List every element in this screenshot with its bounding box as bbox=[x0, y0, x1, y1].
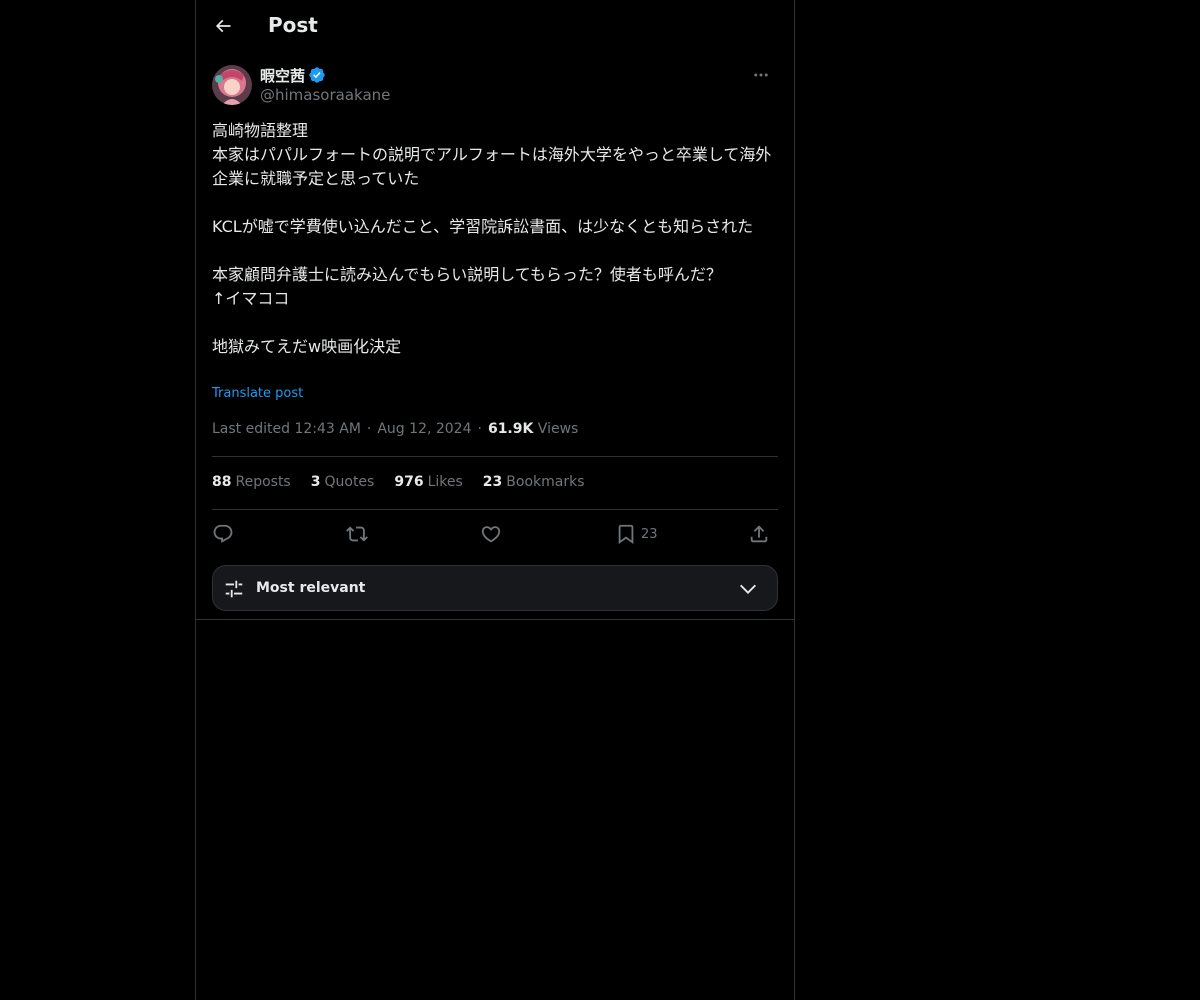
like-button[interactable] bbox=[480, 520, 502, 548]
bookmarks-count: 23 bbox=[482, 474, 503, 490]
likes-stat[interactable]: 976 Likes bbox=[394, 474, 462, 494]
heart-icon bbox=[481, 526, 501, 543]
sort-label: Most relevant bbox=[256, 580, 366, 596]
quotes-count: 3 bbox=[310, 474, 321, 490]
avatar[interactable] bbox=[212, 65, 252, 105]
likes-count: 976 bbox=[394, 474, 424, 490]
avatar-image bbox=[212, 65, 252, 105]
separator-dot: · bbox=[477, 421, 482, 437]
page-title: Post bbox=[268, 13, 318, 37]
divider bbox=[212, 456, 778, 457]
edited-timestamp[interactable]: Last edited 12:43 AM bbox=[212, 421, 361, 437]
repost-button[interactable] bbox=[346, 520, 368, 548]
bookmarks-stat[interactable]: 23 Bookmarks bbox=[483, 474, 585, 494]
post-text: 高崎物語整理 本家はパパルフォートの説明でアルフォートは海外大学をやっと卒業して… bbox=[212, 121, 772, 356]
views-count: 61.9K bbox=[487, 421, 534, 437]
engagement-stats: 88 Reposts 3 Quotes 976 Likes 23 Bookmarks bbox=[212, 474, 585, 494]
sliders-icon bbox=[225, 580, 243, 598]
bookmark-button[interactable]: 23 bbox=[615, 520, 658, 548]
share-icon bbox=[750, 525, 768, 543]
back-arrow-icon bbox=[215, 19, 231, 33]
chevron-down-icon bbox=[740, 584, 756, 594]
quotes-stat[interactable]: 3 Quotes bbox=[311, 474, 375, 494]
quotes-label: Quotes bbox=[324, 474, 375, 490]
user-handle[interactable]: @himasoraakane bbox=[260, 86, 390, 104]
top-bar: Post bbox=[196, 0, 794, 54]
bookmarks-label: Bookmarks bbox=[506, 474, 585, 490]
translate-post-link[interactable]: Translate post bbox=[212, 386, 303, 401]
reply-button[interactable] bbox=[212, 520, 234, 548]
display-name[interactable]: 暇空茜 bbox=[260, 65, 305, 86]
replies-sort-dropdown[interactable]: Most relevant bbox=[212, 565, 778, 611]
post-date[interactable]: Aug 12, 2024 bbox=[377, 421, 471, 437]
share-button[interactable] bbox=[748, 520, 770, 548]
repost-icon bbox=[346, 526, 368, 542]
action-bar: 23 bbox=[212, 518, 778, 550]
reposts-label: Reposts bbox=[235, 474, 291, 490]
primary-column: Post 暇空茜 @himasoraakane 高崎物語整理 本家はパパルフォー… bbox=[195, 0, 795, 1000]
verified-badge-icon bbox=[309, 67, 325, 83]
back-button[interactable] bbox=[206, 9, 240, 43]
more-options-button[interactable] bbox=[744, 64, 778, 86]
bookmark-icon bbox=[618, 524, 634, 545]
bookmark-count: 23 bbox=[641, 526, 658, 542]
views-label: Views bbox=[537, 421, 579, 437]
post-author: 暇空茜 @himasoraakane bbox=[212, 64, 778, 106]
divider bbox=[212, 509, 778, 510]
divider bbox=[196, 619, 794, 620]
reposts-stat[interactable]: 88 Reposts bbox=[212, 474, 291, 494]
reply-icon bbox=[213, 524, 233, 543]
more-horizontal-icon bbox=[754, 73, 768, 77]
likes-label: Likes bbox=[427, 474, 463, 490]
reposts-count: 88 bbox=[212, 474, 232, 490]
separator-dot: · bbox=[366, 421, 372, 437]
post-metadata: Last edited 12:43 AM · Aug 12, 2024 · 61.9K … bbox=[212, 421, 578, 437]
